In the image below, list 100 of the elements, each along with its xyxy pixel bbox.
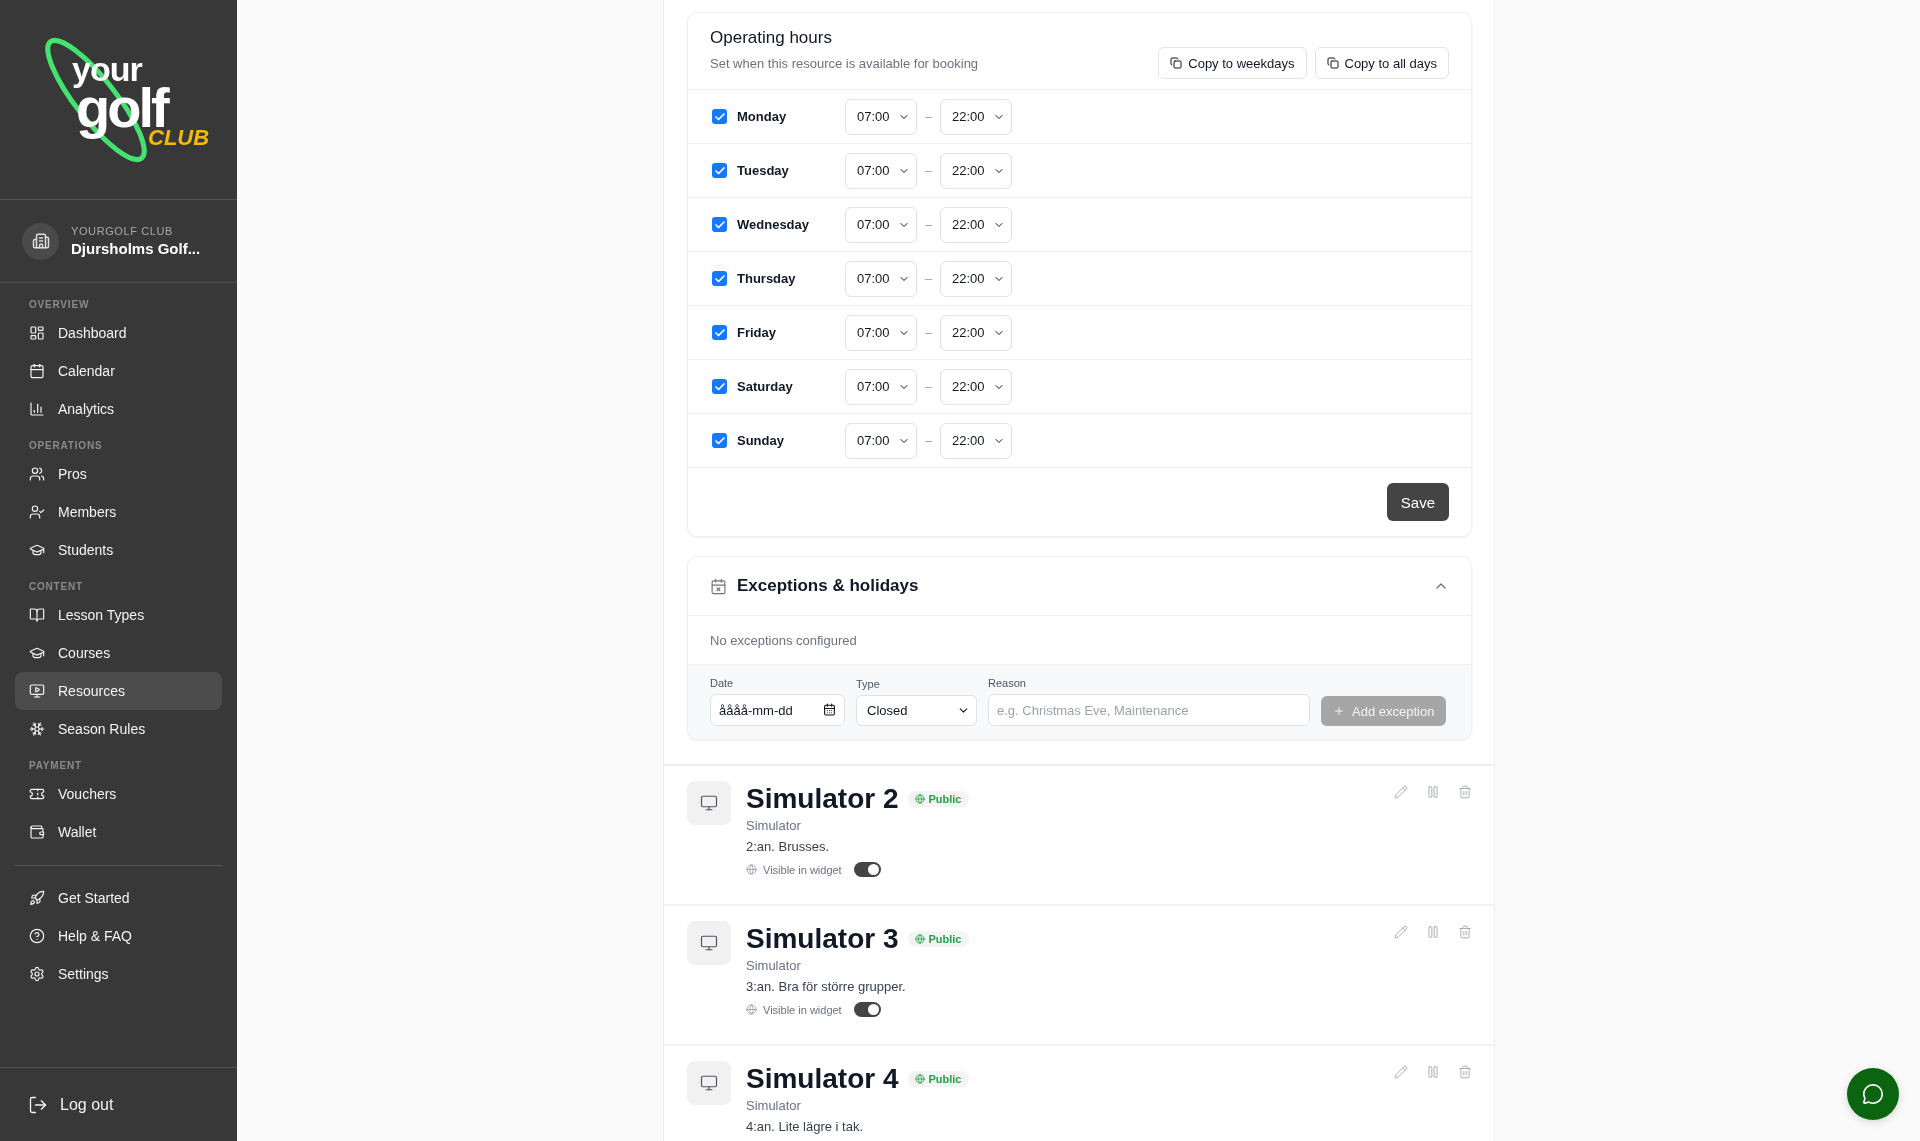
resource-description: 3:an. Bra för större grupper. — [746, 979, 907, 994]
time-select[interactable]: 07:00 — [845, 206, 917, 243]
nav-item[interactable]: Dashboard — [15, 314, 222, 352]
widget-toggle[interactable] — [853, 1002, 881, 1017]
day-label: Saturday — [737, 379, 794, 394]
plus-icon — [1333, 705, 1345, 717]
time-select[interactable]: 22:00 — [940, 98, 1012, 135]
rocket-icon — [29, 890, 45, 906]
check-icon — [713, 218, 726, 231]
trash-icon[interactable] — [1458, 925, 1472, 939]
widget-label: Visible in widget — [763, 1003, 842, 1016]
resource-type: Simulator — [746, 958, 802, 973]
nav-item[interactable]: Wallet — [15, 813, 222, 851]
nav-item[interactable]: Resources — [15, 672, 222, 710]
save-button[interactable]: Save — [1386, 483, 1449, 521]
user-check-icon — [29, 504, 45, 520]
nav-item[interactable]: Pros — [15, 455, 222, 493]
time-select[interactable]: 07:00 — [845, 152, 917, 189]
time-select[interactable]: 22:00 — [940, 152, 1012, 189]
globe-icon — [915, 934, 926, 944]
book-icon — [29, 607, 45, 623]
calendar-icon[interactable] — [823, 703, 836, 716]
check-icon — [713, 380, 726, 393]
globe-icon — [746, 864, 757, 875]
time-select[interactable]: 22:00 — [940, 368, 1012, 405]
graduation-cap-icon — [29, 542, 45, 558]
building-icon — [31, 232, 50, 250]
day-checkbox[interactable] — [712, 379, 727, 394]
time-select[interactable]: 07:00 — [845, 260, 917, 297]
date-field[interactable]: åååå-mm-dd — [710, 694, 845, 726]
globe-icon — [746, 1004, 757, 1015]
range-dash: – — [923, 379, 934, 394]
range-dash: – — [923, 217, 934, 232]
check-icon — [713, 434, 726, 447]
monitor-play-icon — [29, 683, 45, 699]
club-name: Djursholms Golf... — [71, 240, 201, 257]
settings-icon — [29, 966, 45, 982]
trash-icon[interactable] — [1458, 785, 1472, 799]
widget-toggle[interactable] — [853, 862, 881, 877]
range-dash: – — [923, 325, 934, 340]
chat-icon — [1862, 1083, 1884, 1105]
time-select[interactable]: 07:00 — [845, 368, 917, 405]
nav-item[interactable]: Students — [15, 531, 222, 569]
time-select[interactable]: 22:00 — [940, 206, 1012, 243]
range-dash: – — [923, 271, 934, 286]
nav-item[interactable]: Help & FAQ — [15, 917, 222, 955]
resource-name: Simulator 2 — [746, 782, 899, 816]
nav-item[interactable]: Season Rules — [15, 710, 222, 748]
resource-type: Simulator — [746, 1098, 802, 1113]
section-heading: CONTENT — [28, 580, 84, 594]
club-label: YOURGOLF CLUB — [71, 225, 174, 237]
time-select[interactable]: 07:00 — [845, 422, 917, 459]
graduation-cap-icon — [29, 645, 45, 661]
nav-item[interactable]: Lesson Types — [15, 596, 222, 634]
resource-name: Simulator 4 — [746, 1062, 899, 1096]
check-icon — [713, 326, 726, 339]
globe-icon — [915, 1074, 926, 1084]
day-label: Wednesday — [737, 217, 810, 232]
day-checkbox[interactable] — [712, 163, 727, 178]
time-select[interactable]: 22:00 — [940, 314, 1012, 351]
day-label: Monday — [737, 109, 788, 124]
public-badge: Public — [908, 1071, 969, 1087]
nav-item[interactable]: Vouchers — [15, 775, 222, 813]
time-select[interactable]: 22:00 — [940, 422, 1012, 459]
globe-icon — [915, 794, 926, 804]
day-checkbox[interactable] — [712, 325, 727, 340]
public-badge: Public — [908, 931, 969, 947]
users-icon — [29, 466, 45, 482]
copy-button[interactable]: Copy to all days — [1314, 47, 1449, 79]
copy-icon — [1326, 57, 1339, 69]
day-checkbox[interactable] — [712, 109, 727, 124]
day-checkbox[interactable] — [712, 433, 727, 448]
field-label: Date — [710, 677, 735, 689]
nav-item[interactable]: Calendar — [15, 352, 222, 390]
day-checkbox[interactable] — [712, 271, 727, 286]
time-select[interactable]: 07:00 — [845, 98, 917, 135]
widget-label: Visible in widget — [763, 863, 842, 876]
trash-icon[interactable] — [1458, 1065, 1472, 1079]
logout-link[interactable]: Log out — [28, 1094, 114, 1115]
time-select[interactable]: 22:00 — [940, 260, 1012, 297]
nav-item[interactable]: Settings — [15, 955, 222, 993]
copy-button[interactable]: Copy to weekdays — [1158, 47, 1307, 79]
resource-description: 4:an. Lite lägre i tak. — [746, 1119, 865, 1134]
time-select[interactable]: 07:00 — [845, 314, 917, 351]
type-select[interactable]: Closed — [856, 695, 977, 726]
nav-item[interactable]: Analytics — [15, 390, 222, 428]
resource-type: Simulator — [746, 818, 802, 833]
wallet-icon — [29, 824, 45, 840]
copy-icon — [1170, 57, 1183, 69]
monitor-icon — [700, 934, 718, 952]
resource-name: Simulator 3 — [746, 922, 899, 956]
nav-item[interactable]: Courses — [15, 634, 222, 672]
nav-item[interactable]: Members — [15, 493, 222, 531]
nav-item[interactable]: Get Started — [15, 879, 222, 917]
day-checkbox[interactable] — [712, 217, 727, 232]
section-heading: PAYMENT — [28, 759, 83, 773]
public-badge: Public — [908, 791, 969, 807]
card-subtitle: Set when this resource is available for booking — [710, 56, 979, 71]
check-icon — [713, 164, 726, 177]
reason-field[interactable]: e.g. Christmas Eve, Maintenance — [988, 694, 1310, 726]
